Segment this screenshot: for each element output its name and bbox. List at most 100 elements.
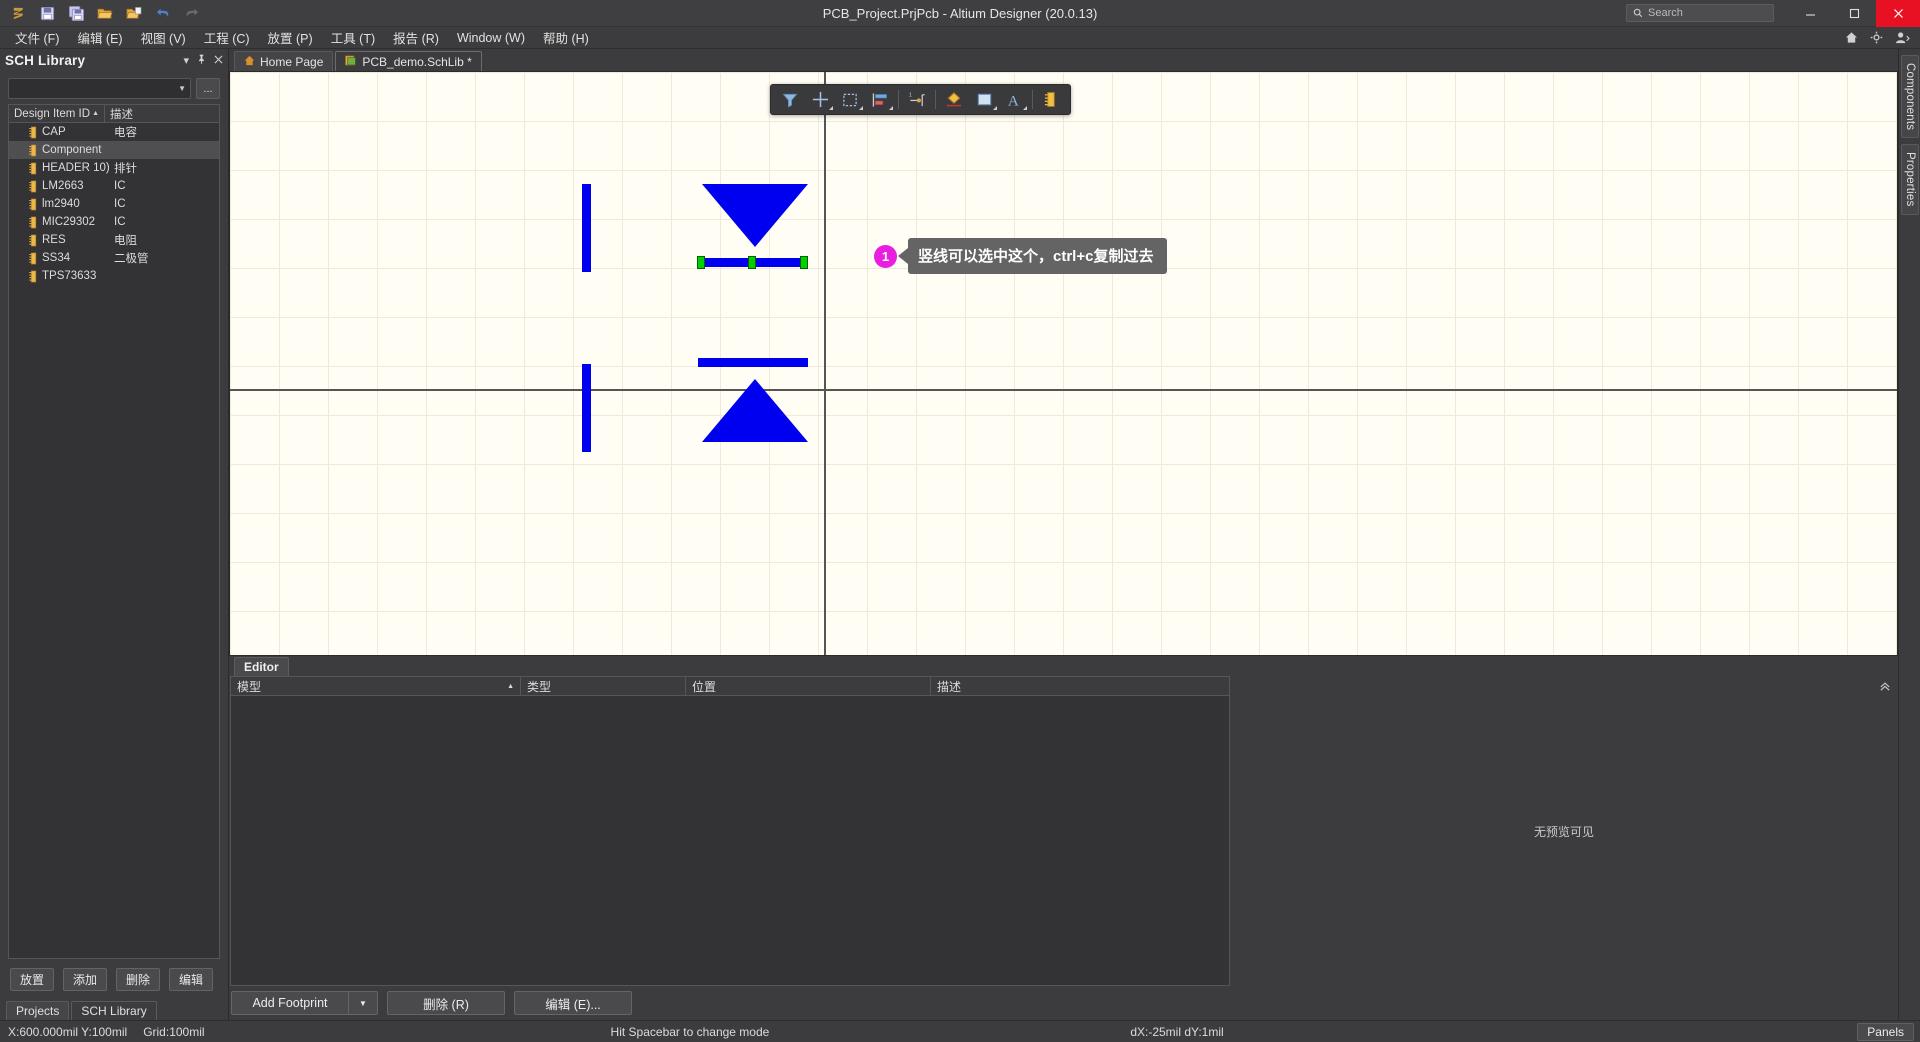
- close-button[interactable]: [1876, 0, 1920, 27]
- dropdown-arrow-icon[interactable]: [1023, 106, 1027, 110]
- gear-icon[interactable]: [1870, 31, 1883, 44]
- filter-icon[interactable]: [775, 88, 805, 111]
- select-rectangle-icon[interactable]: [835, 88, 865, 111]
- open-project-icon[interactable]: [124, 4, 144, 23]
- panel-header: SCH Library ▾: [0, 49, 228, 72]
- list-item[interactable]: LM2663 IC: [9, 177, 219, 195]
- place-polygon-icon[interactable]: [939, 88, 969, 111]
- tab-editor[interactable]: Editor: [234, 657, 289, 676]
- symbol-vertical-line-bottom-left[interactable]: [582, 364, 591, 452]
- save-all-icon[interactable]: [66, 4, 86, 23]
- svg-text:1: 1: [909, 93, 912, 99]
- selection-handle-right[interactable]: [800, 256, 808, 269]
- dropdown-arrow-icon[interactable]: [829, 106, 833, 110]
- document-tab-pcb-demo-schlib[interactable]: PCB_demo.SchLib *: [335, 51, 482, 71]
- home-icon[interactable]: [1845, 31, 1858, 44]
- pin-icon[interactable]: [197, 54, 206, 67]
- dropdown-arrow-icon[interactable]: [993, 106, 997, 110]
- add-button[interactable]: 添加: [63, 968, 107, 991]
- menu-bar-right-icons: [1845, 31, 1920, 44]
- delete-footprint-button[interactable]: 删除 (R): [387, 991, 505, 1015]
- list-item-name: lm2940: [42, 198, 80, 210]
- menu-edit[interactable]: 编辑 (E): [68, 26, 131, 49]
- close-panel-icon[interactable]: [214, 55, 223, 67]
- dropdown-arrow-icon[interactable]: [859, 106, 863, 110]
- menu-reports[interactable]: 报告 (R): [384, 26, 448, 49]
- column-header-design-item-id[interactable]: Design Item ID ▲: [9, 105, 105, 122]
- chevron-down-icon[interactable]: ▾: [183, 54, 189, 67]
- library-options-button[interactable]: ...: [196, 78, 220, 99]
- menu-file[interactable]: 文件 (F): [6, 26, 68, 49]
- title-bar-right: Search: [1626, 0, 1920, 27]
- place-rectangle-icon[interactable]: [969, 88, 999, 111]
- minimize-button[interactable]: [1788, 0, 1832, 27]
- list-item-description: 电阻: [114, 235, 137, 247]
- edit-footprint-button[interactable]: 编辑 (E)...: [514, 991, 632, 1015]
- open-folder-icon[interactable]: [95, 4, 115, 23]
- place-button[interactable]: 放置: [10, 968, 54, 991]
- menu-tools[interactable]: 工具 (T): [322, 26, 384, 49]
- column-header-location[interactable]: 位置: [686, 677, 931, 695]
- user-account-icon[interactable]: [1895, 31, 1910, 44]
- column-label: 模型: [237, 679, 262, 694]
- column-header-description[interactable]: 描述: [931, 677, 1229, 695]
- list-item[interactable]: TPS73633: [9, 267, 219, 285]
- add-footprint-dropdown-icon[interactable]: ▼: [349, 991, 378, 1015]
- symbol-horizontal-bar-bottom-right[interactable]: [698, 358, 808, 367]
- list-item[interactable]: SS34 二极管: [9, 249, 219, 267]
- list-item[interactable]: HEADER 10) 排针: [9, 159, 219, 177]
- menu-help[interactable]: 帮助 (H): [534, 26, 598, 49]
- list-item[interactable]: lm2940 IC: [9, 195, 219, 213]
- maximize-button[interactable]: [1832, 0, 1876, 27]
- menu-project[interactable]: 工程 (C): [195, 26, 259, 49]
- document-tab-label: Home Page: [260, 54, 324, 69]
- component-chip-icon: [29, 144, 37, 156]
- symbol-triangle-up-bottom-right[interactable]: [702, 379, 808, 442]
- list-item[interactable]: Component: [9, 141, 219, 159]
- search-placeholder-text: Search: [1648, 7, 1683, 19]
- search-input[interactable]: Search: [1626, 4, 1774, 22]
- place-pin-icon[interactable]: 1: [902, 88, 932, 111]
- schematic-canvas[interactable]: 1 A 1 竖线可以选中这个，ctrl+c复制过去: [229, 71, 1898, 656]
- list-item[interactable]: RES 电阻: [9, 231, 219, 249]
- collapse-preview-icon[interactable]: [1879, 680, 1891, 695]
- model-table: 模型 ▲ 类型 位置 描述: [230, 676, 1230, 986]
- selection-handle-left[interactable]: [697, 256, 705, 269]
- altium-logo-icon[interactable]: [8, 4, 28, 23]
- library-filter-combo[interactable]: ▼: [8, 78, 191, 99]
- no-preview-text: 无预览可见: [1533, 824, 1594, 839]
- align-icon[interactable]: [865, 88, 895, 111]
- add-footprint-button[interactable]: Add Footprint: [231, 991, 349, 1015]
- column-header-type[interactable]: 类型: [521, 677, 686, 695]
- tab-sch-library[interactable]: SCH Library: [71, 1001, 157, 1020]
- edit-button[interactable]: 编辑: [169, 968, 213, 991]
- document-tab-home-page[interactable]: Home Page: [234, 51, 334, 71]
- dock-tab-components[interactable]: Components: [1901, 55, 1919, 139]
- canvas-axis-vertical: [824, 72, 826, 655]
- symbol-triangle-down-top-right[interactable]: [702, 184, 808, 247]
- menu-window[interactable]: Window (W): [448, 29, 534, 47]
- delete-button[interactable]: 删除: [116, 968, 160, 991]
- altium-designer-window: PCB_Project.PrjPcb - Altium Designer (20…: [0, 0, 1920, 1042]
- column-header-description[interactable]: 描述: [105, 105, 138, 122]
- list-item[interactable]: MIC29302 IC: [9, 213, 219, 231]
- component-chip-icon: [29, 252, 37, 264]
- symbol-vertical-line-top-left[interactable]: [582, 184, 591, 272]
- place-text-icon[interactable]: A: [999, 88, 1029, 111]
- redo-icon: [182, 4, 202, 23]
- menu-view[interactable]: 视图 (V): [132, 26, 195, 49]
- dock-tab-properties[interactable]: Properties: [1901, 144, 1919, 215]
- tab-projects[interactable]: Projects: [6, 1001, 70, 1020]
- panels-button[interactable]: Panels: [1857, 1022, 1914, 1041]
- menu-place[interactable]: 放置 (P): [259, 26, 322, 49]
- dropdown-arrow-icon[interactable]: [889, 106, 893, 110]
- save-icon[interactable]: [37, 4, 57, 23]
- list-item-name: HEADER 10): [42, 162, 110, 174]
- undo-icon[interactable]: [153, 4, 173, 23]
- column-header-model[interactable]: 模型 ▲: [231, 677, 521, 695]
- selection-handle-center[interactable]: [748, 256, 756, 269]
- place-component-icon[interactable]: [1036, 88, 1066, 111]
- list-item[interactable]: CAP 电容: [9, 123, 219, 141]
- crosshair-place-icon[interactable]: [805, 88, 835, 111]
- add-footprint-split-button: Add Footprint ▼: [231, 991, 378, 1015]
